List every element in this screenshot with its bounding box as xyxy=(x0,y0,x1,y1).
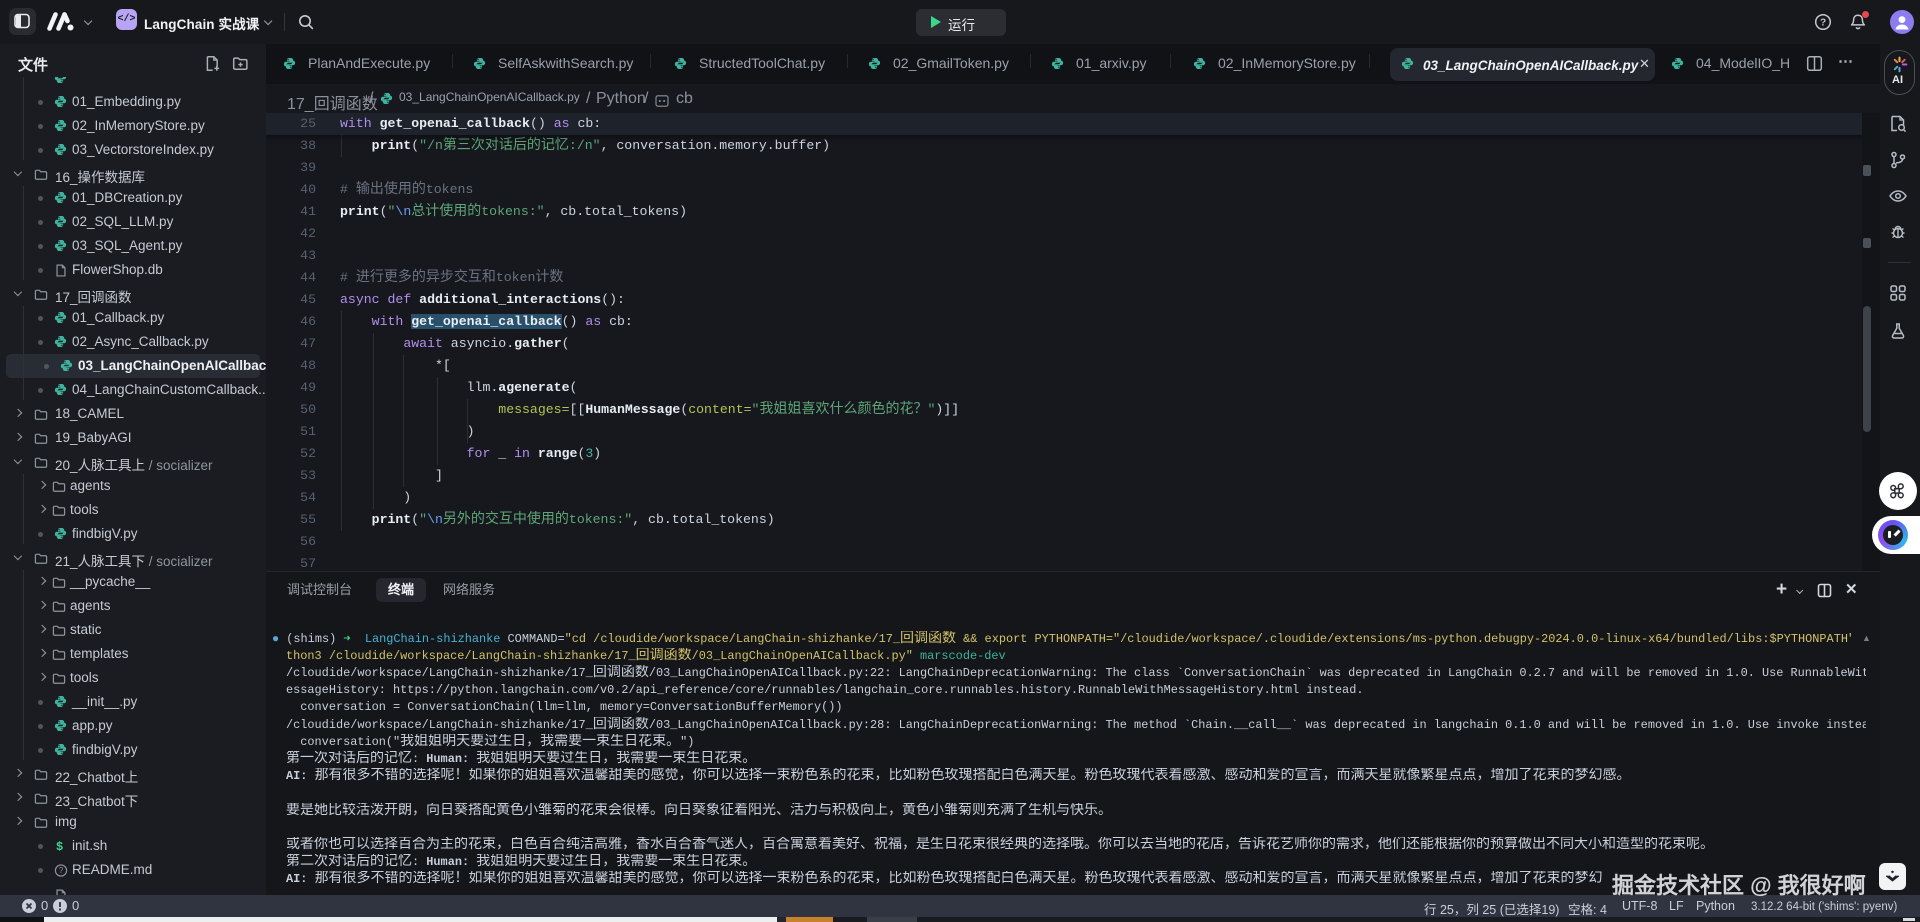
svg-text:?: ? xyxy=(1820,18,1826,29)
svg-text:?: ? xyxy=(59,866,64,875)
